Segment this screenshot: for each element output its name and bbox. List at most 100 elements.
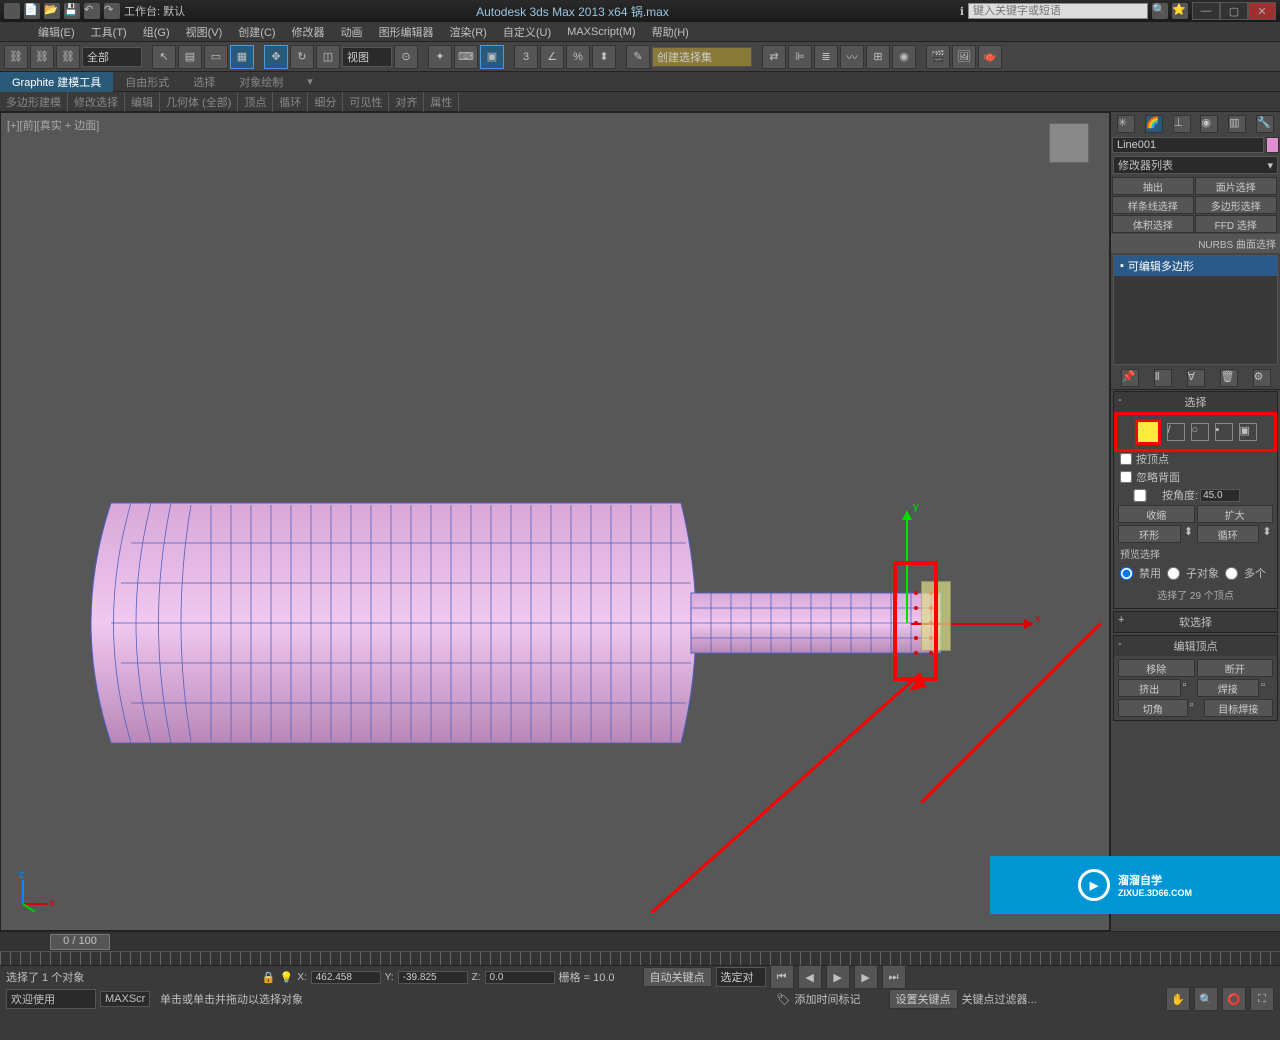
sub-loop[interactable]: 循环: [273, 92, 308, 112]
menu-graph[interactable]: 图形编辑器: [371, 22, 442, 42]
sub-poly[interactable]: 多边形建模: [0, 92, 68, 112]
mod-btn-5[interactable]: FFD 选择: [1195, 215, 1277, 233]
mirror-icon[interactable]: ⇄: [762, 45, 786, 69]
goto-start-icon[interactable]: ⏮: [770, 965, 794, 989]
motion-tab-icon[interactable]: ◉: [1200, 115, 1218, 133]
workspace-label[interactable]: 工作台: 默认: [124, 3, 185, 19]
snap-3-icon[interactable]: 3: [514, 45, 538, 69]
sub-geom[interactable]: 几何体 (全部): [160, 92, 238, 112]
sub-edit[interactable]: 编辑: [125, 92, 160, 112]
rollout-toggle[interactable]: -: [1118, 394, 1122, 406]
select-name-icon[interactable]: ▤: [178, 45, 202, 69]
object-color-swatch[interactable]: [1266, 137, 1279, 153]
hierarchy-tab-icon[interactable]: ⊥: [1173, 115, 1191, 133]
named-selection[interactable]: 创建选择集: [652, 47, 752, 67]
nav-zoom-icon[interactable]: 🔍: [1194, 987, 1218, 1011]
maxscript-label[interactable]: MAXScr: [100, 991, 150, 1007]
window-crossing-icon[interactable]: ▦: [230, 45, 254, 69]
layers-icon[interactable]: ≣: [814, 45, 838, 69]
viewcube[interactable]: [1049, 123, 1089, 163]
shrink-button[interactable]: 收缩: [1118, 505, 1195, 523]
maximize-button[interactable]: ▢: [1220, 2, 1248, 20]
grow-button[interactable]: 扩大: [1197, 505, 1274, 523]
sub-modsel[interactable]: 修改选择: [68, 92, 125, 112]
percent-snap-icon[interactable]: %: [566, 45, 590, 69]
loop-button[interactable]: 循环: [1197, 525, 1260, 543]
menu-create[interactable]: 创建(C): [230, 22, 283, 42]
open-icon[interactable]: 📂: [44, 3, 60, 19]
subobj-element-icon[interactable]: ▣: [1239, 423, 1257, 441]
menu-view[interactable]: 视图(V): [178, 22, 231, 42]
menu-render[interactable]: 渲染(R): [442, 22, 495, 42]
bind-icon[interactable]: ⛓: [56, 45, 80, 69]
lock-icon[interactable]: 🔒: [262, 971, 276, 984]
nav-orbit-icon[interactable]: ⭕: [1222, 987, 1246, 1011]
search-input[interactable]: [968, 3, 1148, 19]
mod-btn-0[interactable]: 抽出: [1112, 177, 1194, 195]
angle-snap-icon[interactable]: ∠: [540, 45, 564, 69]
curve-editor-icon[interactable]: 〰: [840, 45, 864, 69]
break-button[interactable]: 断开: [1197, 659, 1274, 677]
by-vertex-check[interactable]: [1120, 453, 1132, 465]
save-icon[interactable]: 💾: [64, 3, 80, 19]
render-setup-icon[interactable]: 🎬: [926, 45, 950, 69]
edit-named-icon[interactable]: ✎: [626, 45, 650, 69]
show-result-icon[interactable]: Ⅱ: [1154, 369, 1172, 387]
menu-edit[interactable]: 编辑(E): [30, 22, 83, 42]
mod-btn-4[interactable]: 体积选择: [1112, 215, 1194, 233]
rotate-icon[interactable]: ↻: [290, 45, 314, 69]
tab-selection[interactable]: 选择: [181, 72, 227, 92]
chamfer-button[interactable]: 切角: [1118, 699, 1188, 717]
z-input[interactable]: [485, 971, 555, 984]
target-weld-button[interactable]: 目标焊接: [1204, 699, 1274, 717]
ring-button[interactable]: 环形: [1118, 525, 1181, 543]
extrude-button[interactable]: 挤出: [1118, 679, 1181, 697]
create-tab-icon[interactable]: ✳: [1117, 115, 1135, 133]
preview-sub-radio[interactable]: [1167, 567, 1180, 580]
scale-icon[interactable]: ◫: [316, 45, 340, 69]
time-tag-icon[interactable]: 🏷: [777, 993, 791, 1006]
keyboard-icon[interactable]: ⌨: [454, 45, 478, 69]
rect-select-icon[interactable]: ▭: [204, 45, 228, 69]
tab-graphite[interactable]: Graphite 建模工具: [0, 72, 113, 92]
sub-vis[interactable]: 可见性: [343, 92, 389, 112]
key-filters[interactable]: 关键点过滤器...: [962, 991, 1037, 1007]
nav-pan-icon[interactable]: ✋: [1166, 987, 1190, 1011]
nurbs-row[interactable]: NURBS 曲面选择: [1111, 234, 1280, 253]
sub-vertex[interactable]: 顶点: [238, 92, 273, 112]
select-icon[interactable]: ↖: [152, 45, 176, 69]
play-icon[interactable]: ▶: [826, 965, 850, 989]
modify-tab-icon[interactable]: 🌈: [1145, 115, 1163, 133]
viewport-front[interactable]: [+][前][真实 + 边面]: [0, 112, 1110, 931]
time-slider[interactable]: 0 / 100: [0, 931, 1280, 951]
preview-off-radio[interactable]: [1120, 567, 1133, 580]
unlink-icon[interactable]: ⛓: [30, 45, 54, 69]
ignore-back-check[interactable]: [1120, 471, 1132, 483]
subobj-edge-icon[interactable]: /: [1167, 423, 1185, 441]
tab-paint[interactable]: 对象绘制: [227, 72, 295, 92]
modifier-list-drop[interactable]: 修改器列表▾: [1113, 156, 1278, 174]
move-icon[interactable]: ✥: [264, 45, 288, 69]
y-input[interactable]: [398, 971, 468, 984]
remove-mod-icon[interactable]: 🗑: [1220, 369, 1238, 387]
ref-coord-drop[interactable]: 视图: [342, 47, 392, 67]
ribbon-expand-icon[interactable]: ▾: [295, 73, 325, 90]
modifier-stack[interactable]: ▪ 可编辑多边形: [1113, 255, 1278, 365]
link-icon[interactable]: ⛓: [4, 45, 28, 69]
auto-key-button[interactable]: 自动关键点: [643, 967, 712, 987]
configure-icon[interactable]: ⚙: [1253, 369, 1271, 387]
add-time-tag[interactable]: 添加时间标记: [795, 991, 861, 1007]
set-key-button[interactable]: 设置关键点: [889, 989, 958, 1009]
menu-group[interactable]: 组(G): [135, 22, 178, 42]
mod-btn-1[interactable]: 面片选择: [1195, 177, 1277, 195]
spinner-snap-icon[interactable]: ⬍: [592, 45, 616, 69]
new-icon[interactable]: 📄: [24, 3, 40, 19]
key-mode-drop[interactable]: 选定对: [716, 967, 766, 987]
schematic-icon[interactable]: ⊞: [866, 45, 890, 69]
make-unique-icon[interactable]: ∀: [1187, 369, 1205, 387]
expand-icon[interactable]: ▪: [1120, 260, 1124, 272]
star-icon[interactable]: ⭐: [1172, 3, 1188, 19]
goto-end-icon[interactable]: ⏭: [882, 965, 906, 989]
time-ruler[interactable]: [0, 951, 1280, 965]
isolate-icon[interactable]: 💡: [280, 971, 294, 984]
